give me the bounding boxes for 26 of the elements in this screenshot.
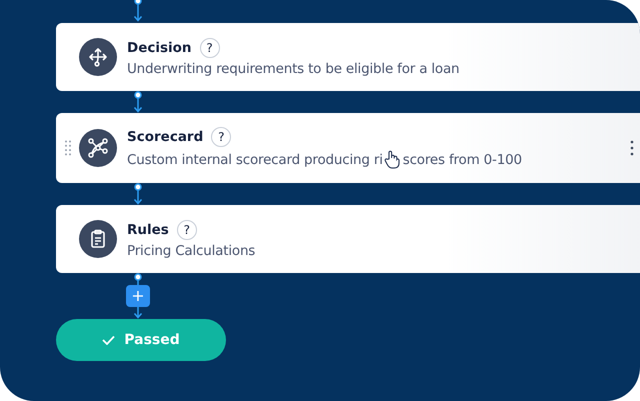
- connector-arrow: [132, 307, 144, 319]
- step-card[interactable]: Rules ? Pricing Calculations: [56, 205, 640, 273]
- step-title: Rules: [127, 222, 169, 238]
- more-icon[interactable]: [630, 140, 634, 156]
- step-title: Decision: [127, 40, 192, 56]
- connector-arrow: [132, 91, 144, 113]
- step-description: Pricing Calculations: [127, 242, 256, 258]
- help-button[interactable]: ?: [211, 126, 232, 146]
- step-card[interactable]: Scorecard ? Custom internal scorecard producing ri scores from 0-100: [56, 113, 640, 183]
- connector-line: [132, 273, 144, 285]
- step-card[interactable]: Decision ? Underwriting requirements to be eligible for a loan: [56, 23, 640, 91]
- help-button[interactable]: ?: [200, 38, 220, 58]
- hand-cursor-icon: [384, 150, 400, 170]
- step-description: Underwriting requirements to be eligible for a loan: [127, 60, 460, 76]
- connector-arrow: [132, 183, 144, 205]
- connector-arrow: [132, 0, 144, 22]
- check-icon: [102, 335, 116, 345]
- step-icon: [79, 38, 117, 76]
- step-description: Custom internal scorecard producing ri: [127, 152, 383, 168]
- help-button[interactable]: ?: [176, 220, 197, 240]
- result-label: Passed: [124, 332, 180, 348]
- step-icon: [79, 220, 117, 258]
- step-title: Scorecard: [127, 128, 204, 144]
- step-description: scores from 0-100: [402, 152, 522, 168]
- drag-handle-icon[interactable]: [65, 140, 71, 156]
- step-icon: [79, 129, 117, 167]
